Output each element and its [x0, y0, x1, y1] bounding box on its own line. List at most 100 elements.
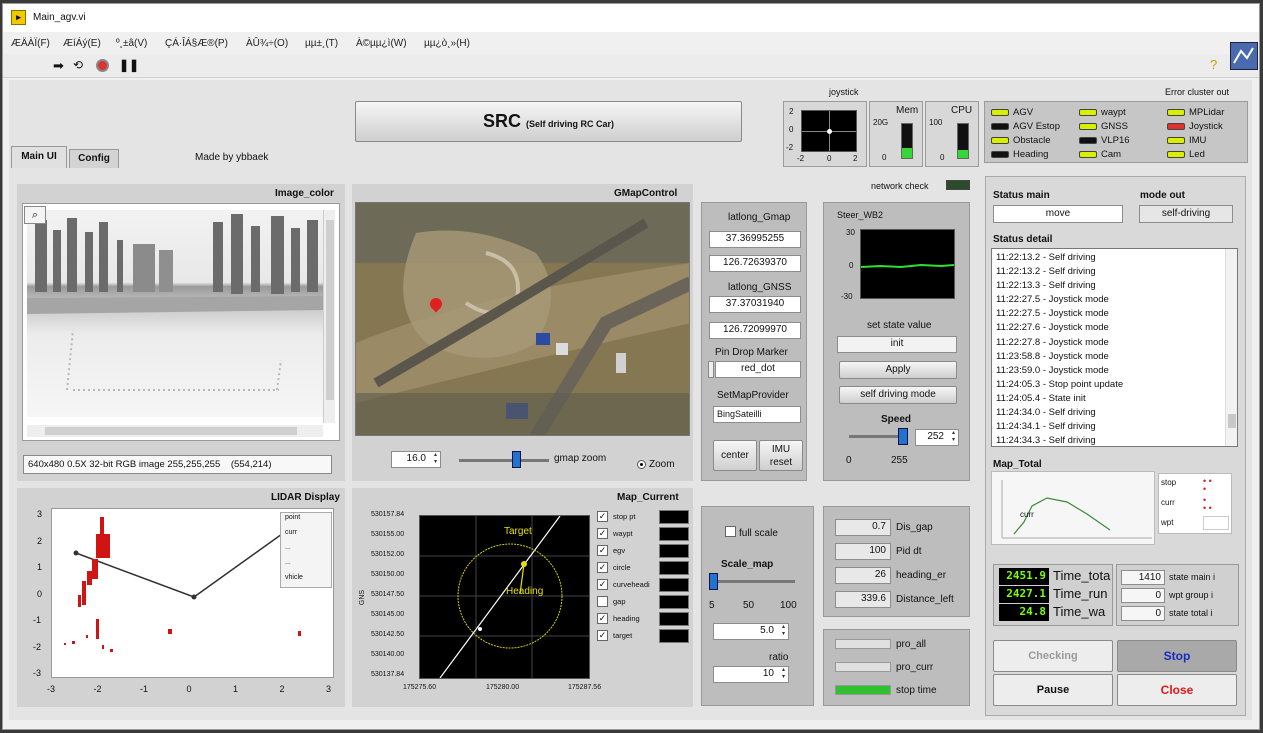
- progress-bar-fill: [836, 686, 890, 694]
- gmap-zoom-slider[interactable]: [459, 459, 549, 462]
- full-scale-checkbox[interactable]: [725, 526, 736, 537]
- map-provider-select[interactable]: BingSateilli: [713, 406, 801, 423]
- scale-value-input[interactable]: 5.0: [713, 623, 789, 640]
- map-current-xtick: 175275.60: [403, 684, 437, 691]
- image-vscrollbar[interactable]: [323, 210, 335, 423]
- status-main-select[interactable]: move: [993, 205, 1123, 223]
- menu-operate[interactable]: ÀÛ¾÷(O): [246, 38, 288, 49]
- menu-file[interactable]: ÆÄÀÏ(F): [11, 38, 50, 49]
- lidar-xtick: 3: [326, 684, 332, 694]
- time-value: 2427.1: [999, 586, 1049, 603]
- joystick-ytick: 0: [789, 125, 794, 134]
- close-button[interactable]: Close: [1117, 674, 1237, 706]
- menu-view[interactable]: º¸±â(V): [116, 38, 147, 49]
- pin-drop-field[interactable]: red_dot: [715, 361, 801, 378]
- legend-checkbox[interactable]: ✓: [597, 511, 608, 522]
- legend-checkbox[interactable]: ✓: [597, 613, 608, 624]
- pause-button[interactable]: Pause: [993, 674, 1113, 706]
- stop-button[interactable]: Stop: [1117, 640, 1237, 672]
- apply-button[interactable]: Apply: [839, 361, 957, 379]
- ratio-input[interactable]: 10: [713, 666, 789, 683]
- scale-map-slider-thumb[interactable]: [709, 573, 718, 590]
- legend-swatch: [659, 510, 689, 524]
- self-driving-mode-button[interactable]: self driving mode: [839, 386, 957, 404]
- map-current-drawing: [420, 515, 589, 679]
- map-current-ytick: 530142.50: [371, 631, 405, 638]
- abort-stop-icon[interactable]: [96, 59, 109, 72]
- status-led-vlp16: [1079, 137, 1097, 144]
- lidar-xtick: 0: [186, 684, 192, 694]
- speed-slider-thumb[interactable]: [898, 428, 909, 445]
- run-continuous-icon[interactable]: ⟲: [73, 59, 83, 72]
- menu-bar: ÆÄÀÏ(F) ÆíÁý(E) º¸±â(V) ÇÁ·ÎÁ§Æ®(P) ÀÛ¾÷…: [3, 34, 1259, 54]
- status-detail-scrollbar[interactable]: [1225, 249, 1237, 446]
- zoom-tool-icon[interactable]: ⌕: [24, 206, 46, 224]
- pin-ring-control[interactable]: [708, 361, 714, 378]
- param-label: Dis_gap: [896, 522, 933, 533]
- image-hscroll-thumb[interactable]: [45, 427, 297, 435]
- menu-help[interactable]: µµ¿ò¸»(H): [424, 38, 470, 49]
- map-current-xtick: 175287.56: [568, 684, 602, 691]
- imu-reset-button[interactable]: IMU reset: [759, 440, 803, 471]
- map-current-ytick: 530145.00: [371, 611, 405, 618]
- time-value: 2451.9: [999, 568, 1049, 585]
- map-current-xtick: 175280.00: [486, 684, 520, 691]
- image-color-label: Image_color: [275, 188, 334, 199]
- status-detail-line: 11:24:34.0 - Self driving: [996, 407, 1096, 419]
- run-arrow-icon[interactable]: ➡: [53, 59, 64, 72]
- gnss-lon-field[interactable]: 126.72099970: [709, 322, 801, 339]
- made-by-label: Made by ybbaek: [195, 152, 269, 163]
- tab-config[interactable]: Config: [69, 149, 119, 168]
- status-scroll-thumb[interactable]: [1228, 414, 1236, 428]
- legend-checkbox[interactable]: ✓: [597, 630, 608, 641]
- progress-label: pro_all: [896, 639, 927, 650]
- center-button[interactable]: center: [713, 440, 757, 471]
- legend-checkbox[interactable]: ✓: [597, 528, 608, 539]
- satellite-map[interactable]: [355, 202, 690, 436]
- legend-checkbox[interactable]: ✓: [597, 579, 608, 590]
- menu-project[interactable]: ÇÁ·ÎÁ§Æ®(P): [165, 38, 228, 49]
- vi-icon: [1230, 42, 1258, 70]
- heading-label: Heading: [506, 586, 544, 597]
- legend-checkbox[interactable]: [597, 596, 608, 607]
- legend-checkbox[interactable]: ✓: [597, 545, 608, 556]
- menu-edit[interactable]: ÆíÁý(E): [63, 38, 101, 49]
- speed-input[interactable]: 252: [915, 429, 959, 446]
- pause-icon[interactable]: ❚❚: [119, 58, 139, 72]
- set-state-select[interactable]: init: [837, 336, 957, 353]
- legend-stop-swatch: • • •: [1203, 476, 1212, 494]
- tab-main-ui[interactable]: Main UI: [11, 146, 67, 168]
- mem-tick: 0: [882, 153, 887, 162]
- status-detail-line: 11:22:13.2 - Self driving: [996, 266, 1096, 278]
- image-vscroll-thumb[interactable]: [326, 220, 334, 400]
- gmap-lon-field[interactable]: 126.72639370: [709, 255, 801, 272]
- tab-config-label: Config: [78, 153, 110, 164]
- status-led-label: AGV: [1013, 107, 1034, 118]
- steer-ytick: 0: [849, 261, 854, 270]
- legend-label: target: [613, 631, 633, 640]
- legend-wpt-swatch: [1203, 516, 1229, 530]
- gmap-zoom-input[interactable]: 16.0: [391, 451, 441, 468]
- zoom-radio-button[interactable]: [637, 460, 646, 469]
- map-current-plot: Target Heading: [419, 515, 590, 679]
- time-value: 24.8: [999, 604, 1049, 621]
- map-total-path: [1001, 480, 1152, 539]
- legend-wpt: wpt: [1161, 518, 1174, 527]
- menu-tools[interactable]: µµ±¸(T): [305, 38, 338, 49]
- menu-window[interactable]: À©µµ¿ì(W): [356, 38, 407, 49]
- map-provider-label: SetMapProvider: [717, 390, 789, 401]
- image-hscrollbar[interactable]: [27, 425, 323, 437]
- gmap-lat-field[interactable]: 37.36995255: [709, 231, 801, 248]
- scale-map-slider[interactable]: [711, 580, 795, 583]
- help-bulb-icon[interactable]: ?: [1210, 57, 1217, 72]
- legend-label: waypt: [613, 529, 633, 538]
- gmap-zoom-slider-thumb[interactable]: [511, 451, 521, 468]
- status-detail-list[interactable]: 11:22:13.2 - Self driving 11:22:13.2 - Se…: [991, 248, 1238, 447]
- status-detail-line: 11:22:27.8 - Joystick mode: [996, 336, 1109, 348]
- tab-main-ui-label: Main UI: [21, 151, 57, 162]
- status-detail-label: Status detail: [993, 234, 1053, 245]
- legend-checkbox[interactable]: ✓: [597, 562, 608, 573]
- gnss-lat-field[interactable]: 37.37031940: [709, 296, 801, 313]
- checking-button[interactable]: Checking: [993, 640, 1113, 672]
- camera-scene: [27, 214, 323, 391]
